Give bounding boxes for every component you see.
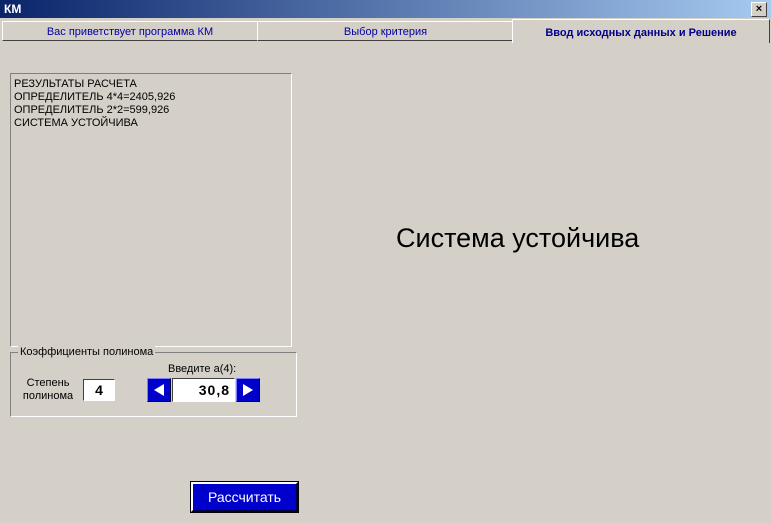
group-title: Коэффициенты полинома: [18, 346, 156, 358]
title-bar: КМ ×: [0, 0, 771, 18]
stability-status-message: Система устойчива: [396, 223, 640, 253]
previous-coefficient-button[interactable]: [147, 378, 171, 402]
result-line: ОПРЕДЕЛИТЕЛЬ 2*2=599,926: [14, 104, 170, 116]
tab-input-and-solution[interactable]: Ввод исходных данных и Решение: [512, 19, 770, 43]
calculate-button[interactable]: Рассчитать: [190, 481, 299, 513]
degree-input[interactable]: 4: [83, 379, 115, 401]
degree-label-line2: полинома: [22, 390, 74, 402]
degree-label-line1: Степень: [26, 377, 70, 389]
result-line: ОПРЕДЕЛИТЕЛЬ 4*4=2405,926: [14, 91, 176, 103]
tab-welcome[interactable]: Вас приветствует программа КМ: [2, 21, 258, 41]
tab-criterion-selection[interactable]: Выбор критерия: [257, 21, 514, 41]
tab-bar: Вас приветствует программа КМ Выбор крит…: [0, 18, 771, 44]
close-button[interactable]: ×: [751, 2, 767, 17]
window-title: КМ: [4, 2, 22, 16]
results-textbox[interactable]: РЕЗУЛЬТАТЫ РАСЧЕТА ОПРЕДЕЛИТЕЛЬ 4*4=2405…: [10, 73, 292, 347]
arrow-left-icon: [154, 384, 164, 396]
degree-label: Степень полинома: [22, 377, 74, 403]
coefficient-value-input[interactable]: 30,8: [172, 378, 235, 402]
arrow-right-icon: [243, 384, 253, 396]
result-line: СИСТЕМА УСТОЙЧИВА: [14, 117, 138, 129]
coefficient-prompt-label: Введите а(4):: [168, 363, 237, 375]
result-line: РЕЗУЛЬТАТЫ РАСЧЕТА: [14, 78, 137, 90]
next-coefficient-button[interactable]: [236, 378, 260, 402]
